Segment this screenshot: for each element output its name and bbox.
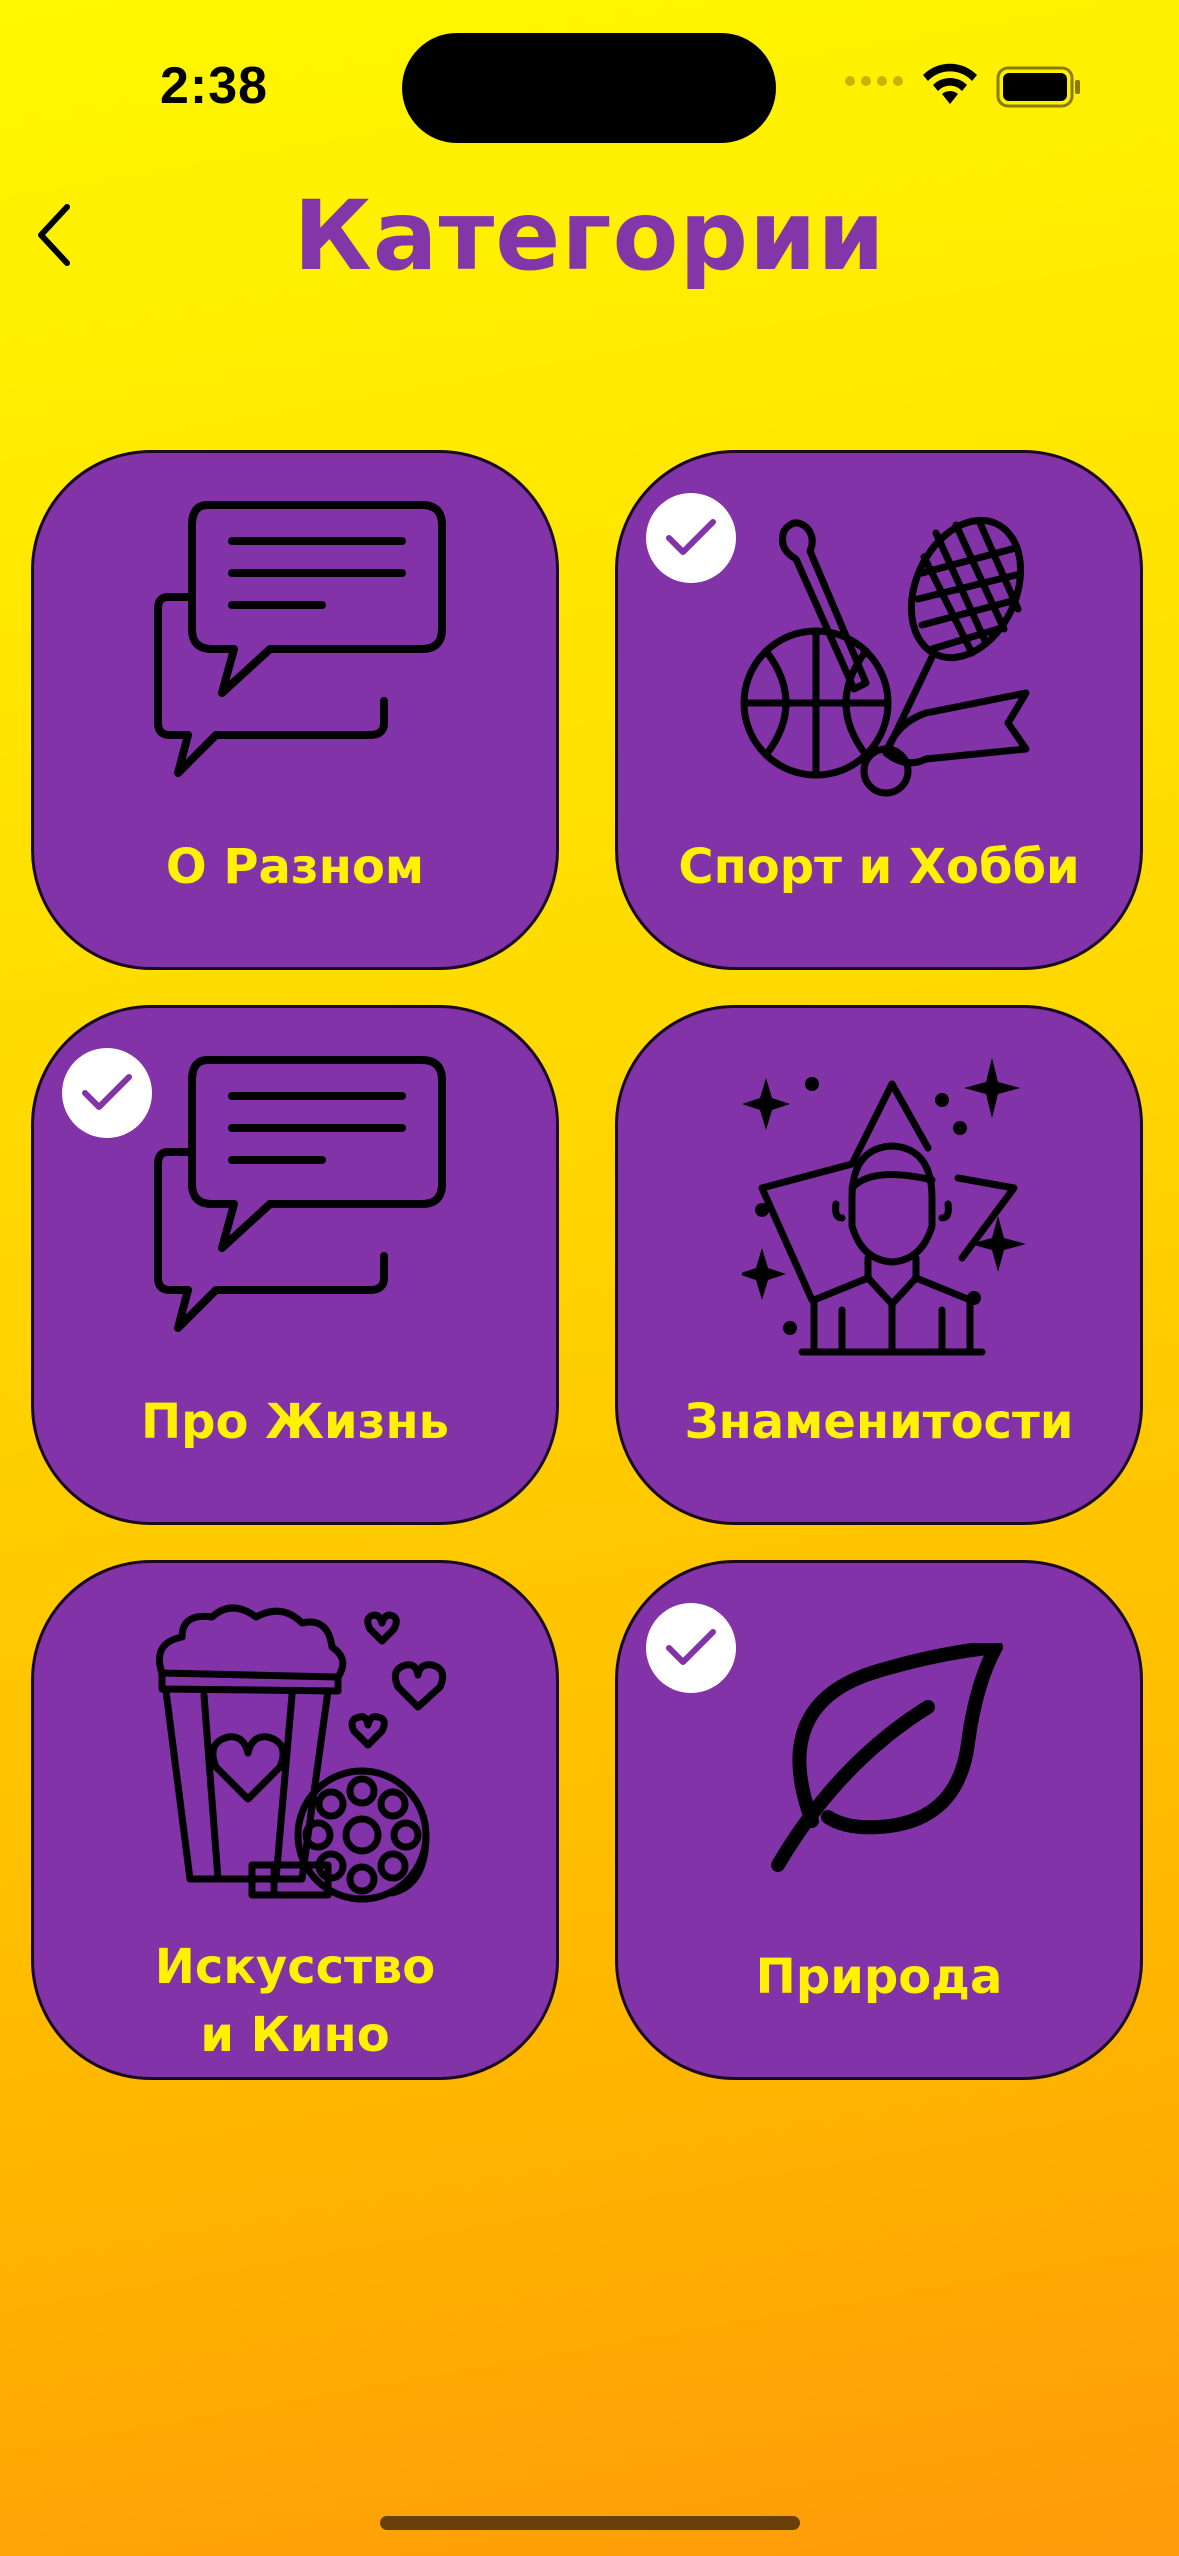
category-label-line: Искусство bbox=[154, 1939, 436, 1995]
popcorn-film-icon bbox=[156, 1604, 447, 1903]
checkmark-icon bbox=[666, 519, 716, 555]
checkmark-icon bbox=[666, 1629, 716, 1665]
sports-equipment-icon bbox=[740, 516, 1030, 797]
category-label: Спорт и Хобби bbox=[678, 839, 1080, 895]
status-time: 2:38 bbox=[160, 57, 269, 115]
celebrity-star-icon bbox=[742, 1058, 1026, 1356]
category-card-sport[interactable]: Спорт и Хобби bbox=[615, 450, 1143, 970]
category-label: О Разном bbox=[165, 839, 425, 895]
battery-icon bbox=[996, 66, 1080, 108]
selected-check bbox=[646, 1603, 736, 1693]
chat-bubbles-icon bbox=[154, 501, 446, 777]
category-card-life[interactable]: Про Жизнь bbox=[31, 1005, 559, 1525]
category-card-misc[interactable]: О Разном bbox=[31, 450, 559, 970]
category-label: Искусство и Кино bbox=[34, 1933, 556, 2069]
category-label: Про Жизнь bbox=[140, 1394, 449, 1450]
leaf-icon bbox=[771, 1643, 1003, 1872]
cellular-signal-icon bbox=[845, 76, 903, 86]
dynamic-island bbox=[402, 33, 776, 143]
status-bar: 2:38 bbox=[0, 0, 1179, 170]
category-label: Природа bbox=[755, 1949, 1003, 2005]
category-card-celebrities[interactable]: Знаменитости bbox=[615, 1005, 1143, 1525]
page-title: Категории bbox=[293, 180, 886, 292]
checkmark-icon bbox=[82, 1074, 132, 1110]
selected-check bbox=[62, 1048, 152, 1138]
home-indicator[interactable] bbox=[380, 2516, 800, 2530]
category-label: Знаменитости bbox=[684, 1394, 1074, 1450]
category-label-line: и Кино bbox=[200, 2007, 390, 2063]
chat-bubbles-icon bbox=[154, 1056, 446, 1332]
category-card-nature[interactable]: Природа bbox=[615, 1560, 1143, 2080]
selected-check bbox=[646, 493, 736, 583]
header: Категории bbox=[0, 160, 1179, 300]
category-card-art-cinema[interactable]: Искусство и Кино bbox=[31, 1560, 559, 2080]
wifi-icon bbox=[923, 63, 977, 104]
